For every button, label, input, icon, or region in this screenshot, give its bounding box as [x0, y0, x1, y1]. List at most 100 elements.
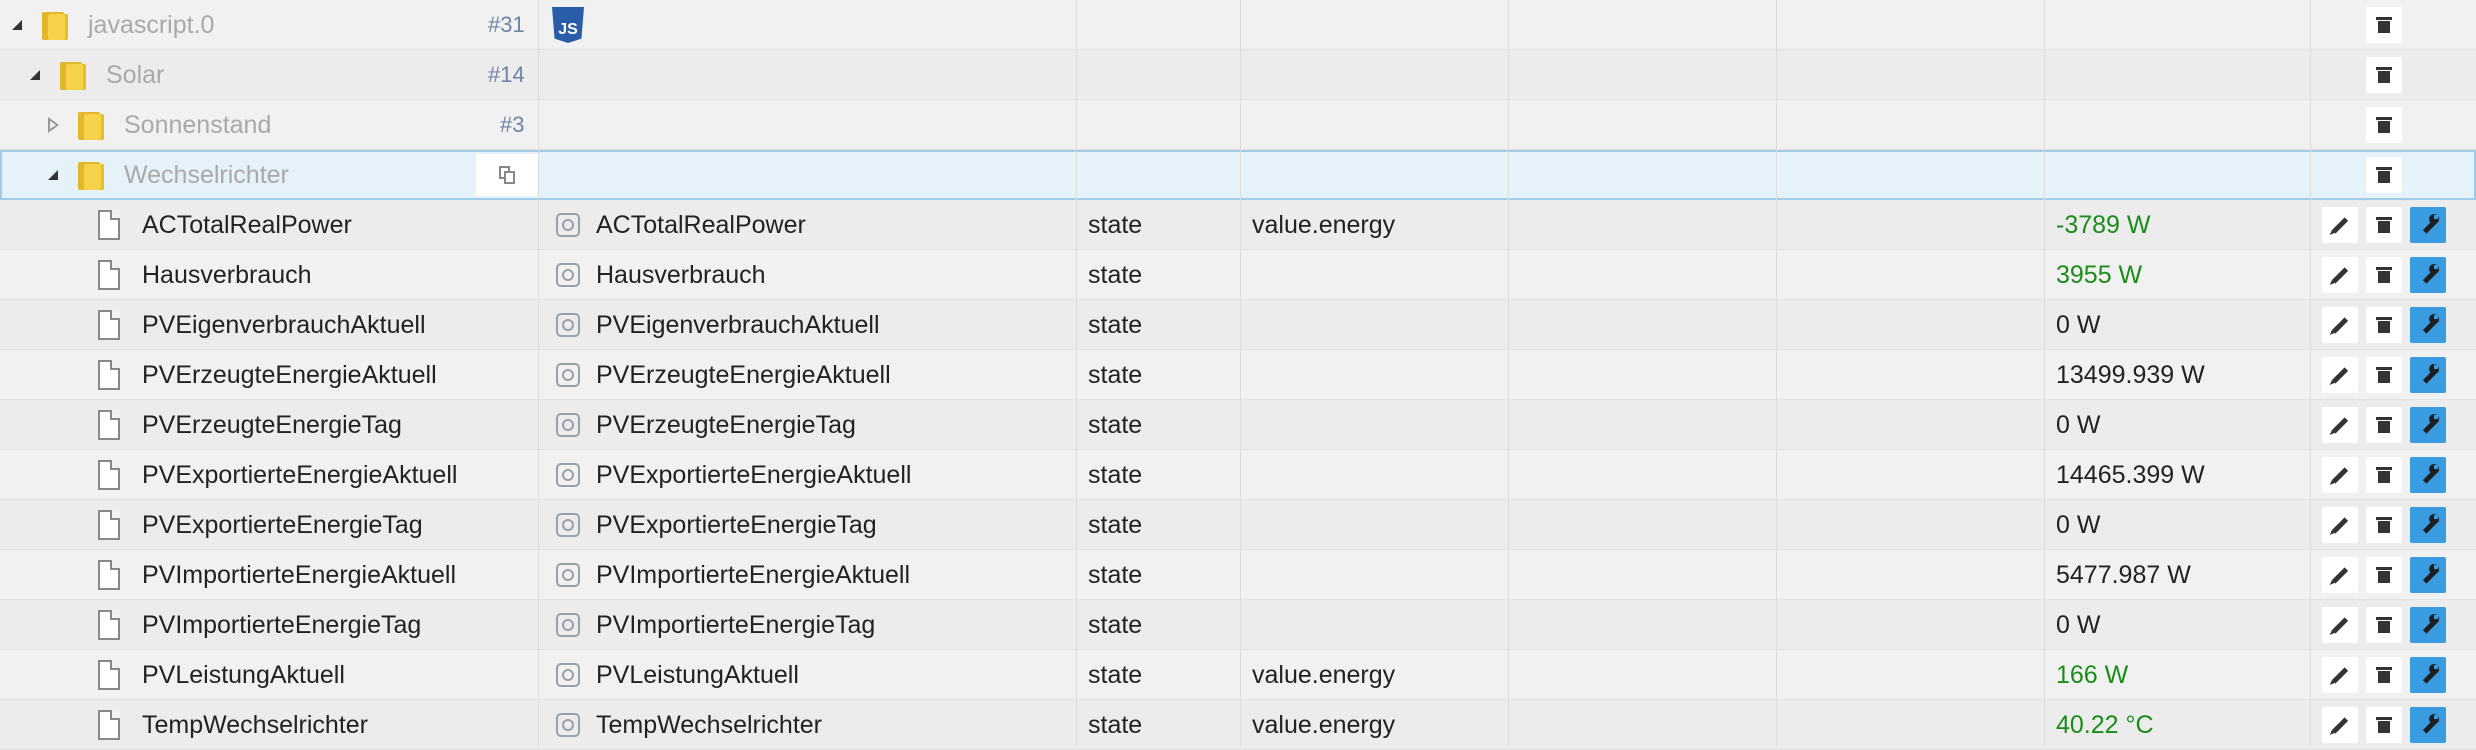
delete-button[interactable] — [2366, 7, 2402, 43]
state-value[interactable]: 40.22 °C — [2056, 700, 2154, 750]
folder-icon — [42, 0, 68, 50]
delete-button[interactable] — [2366, 307, 2402, 343]
state-value[interactable]: 13499.939 W — [2056, 350, 2205, 400]
tree-row-solar[interactable]: Solar #14 — [0, 50, 2476, 100]
edit-button[interactable] — [2322, 357, 2358, 393]
trash-icon — [2376, 67, 2392, 83]
tree-row-javascript-0[interactable]: javascript.0 #31 JS — [0, 0, 2476, 50]
edit-button[interactable] — [2322, 407, 2358, 443]
custom-settings-button[interactable] — [2410, 457, 2446, 493]
state-type-icon — [556, 450, 580, 500]
edit-button[interactable] — [2322, 457, 2358, 493]
expand-toggle[interactable] — [48, 100, 60, 150]
custom-settings-button[interactable] — [2410, 557, 2446, 593]
state-type: state — [1088, 310, 1143, 339]
state-value[interactable]: 0 W — [2056, 500, 2100, 550]
delete-button[interactable] — [2366, 357, 2402, 393]
custom-settings-button[interactable] — [2410, 507, 2446, 543]
state-row[interactable]: ACTotalRealPower ACTotalRealPower state … — [0, 200, 2476, 250]
file-icon — [98, 450, 120, 500]
edit-button[interactable] — [2322, 307, 2358, 343]
delete-button[interactable] — [2366, 707, 2402, 743]
state-value[interactable]: 5477.987 W — [2056, 550, 2191, 600]
custom-settings-button[interactable] — [2410, 707, 2446, 743]
state-value[interactable]: 3955 W — [2056, 250, 2142, 300]
state-role: value.energy — [1252, 660, 1396, 689]
state-value[interactable]: 166 W — [2056, 650, 2128, 700]
state-row[interactable]: PVErzeugteEnergieAktuell PVErzeugteEnerg… — [0, 350, 2476, 400]
edit-button[interactable] — [2322, 257, 2358, 293]
state-id: PVExportierteEnergieTag — [142, 510, 423, 539]
delete-button[interactable] — [2366, 57, 2402, 93]
edit-button[interactable] — [2322, 607, 2358, 643]
state-type-icon — [556, 650, 580, 700]
tree-row-wechselrichter[interactable]: Wechselrichter — [0, 150, 2476, 200]
state-value[interactable]: 0 W — [2056, 300, 2100, 350]
state-value[interactable]: 0 W — [2056, 600, 2100, 650]
file-icon — [98, 200, 120, 250]
file-icon — [98, 550, 120, 600]
collapse-toggle[interactable] — [12, 0, 22, 50]
custom-settings-button[interactable] — [2410, 357, 2446, 393]
state-type: state — [1088, 460, 1143, 489]
state-value[interactable]: 0 W — [2056, 400, 2100, 450]
pencil-icon — [2331, 716, 2349, 734]
state-row[interactable]: PVErzeugteEnergieTag PVErzeugteEnergieTa… — [0, 400, 2476, 450]
state-row[interactable]: PVEigenverbrauchAktuell PVEigenverbrauch… — [0, 300, 2476, 350]
collapse-toggle[interactable] — [30, 50, 40, 100]
delete-button[interactable] — [2366, 407, 2402, 443]
copy-id-button[interactable] — [476, 154, 538, 196]
delete-button[interactable] — [2366, 507, 2402, 543]
state-name: PVErzeugteEnergieTag — [596, 410, 856, 439]
state-row[interactable]: PVImportierteEnergieTag PVImportierteEne… — [0, 600, 2476, 650]
edit-button[interactable] — [2322, 507, 2358, 543]
delete-button[interactable] — [2366, 657, 2402, 693]
state-row[interactable]: PVExportierteEnergieTag PVExportierteEne… — [0, 500, 2476, 550]
wrench-icon — [2417, 214, 2440, 236]
state-id: PVLeistungAktuell — [142, 660, 345, 689]
delete-button[interactable] — [2366, 107, 2402, 143]
state-row[interactable]: Hausverbrauch Hausverbrauch state 3955 W — [0, 250, 2476, 300]
state-type: state — [1088, 610, 1143, 639]
file-icon — [98, 650, 120, 700]
delete-button[interactable] — [2366, 157, 2402, 193]
wrench-icon — [2417, 514, 2440, 536]
custom-settings-button[interactable] — [2410, 657, 2446, 693]
wrench-icon — [2417, 414, 2440, 436]
custom-settings-button[interactable] — [2410, 607, 2446, 643]
state-value[interactable]: 14465.399 W — [2056, 450, 2205, 500]
pencil-icon — [2331, 266, 2349, 284]
state-value[interactable]: -3789 W — [2056, 200, 2150, 250]
state-row[interactable]: PVExportierteEnergieAktuell PVExportiert… — [0, 450, 2476, 500]
delete-button[interactable] — [2366, 457, 2402, 493]
folder-icon — [78, 100, 104, 150]
delete-button[interactable] — [2366, 557, 2402, 593]
custom-settings-button[interactable] — [2410, 307, 2446, 343]
delete-button[interactable] — [2366, 607, 2402, 643]
state-row[interactable]: PVImportierteEnergieAktuell PVImportiert… — [0, 550, 2476, 600]
folder-icon — [78, 150, 104, 200]
state-type-icon — [556, 600, 580, 650]
delete-button[interactable] — [2366, 207, 2402, 243]
custom-settings-button[interactable] — [2410, 257, 2446, 293]
file-icon — [98, 700, 120, 750]
state-id: ACTotalRealPower — [142, 210, 352, 239]
custom-settings-button[interactable] — [2410, 407, 2446, 443]
state-row[interactable]: TempWechselrichter TempWechselrichter st… — [0, 700, 2476, 750]
edit-button[interactable] — [2322, 707, 2358, 743]
state-name: PVExportierteEnergieAktuell — [596, 460, 912, 489]
state-row[interactable]: PVLeistungAktuell PVLeistungAktuell stat… — [0, 650, 2476, 700]
state-type: state — [1088, 660, 1143, 689]
edit-button[interactable] — [2322, 657, 2358, 693]
trash-icon — [2376, 667, 2392, 683]
delete-button[interactable] — [2366, 257, 2402, 293]
edit-button[interactable] — [2322, 207, 2358, 243]
custom-settings-button[interactable] — [2410, 207, 2446, 243]
folder-name: Wechselrichter — [124, 160, 289, 189]
collapse-toggle[interactable] — [48, 150, 58, 200]
tree-row-sonnenstand[interactable]: Sonnenstand #3 — [0, 100, 2476, 150]
state-type: state — [1088, 510, 1143, 539]
edit-button[interactable] — [2322, 557, 2358, 593]
file-icon — [98, 500, 120, 550]
state-type-icon — [556, 300, 580, 350]
